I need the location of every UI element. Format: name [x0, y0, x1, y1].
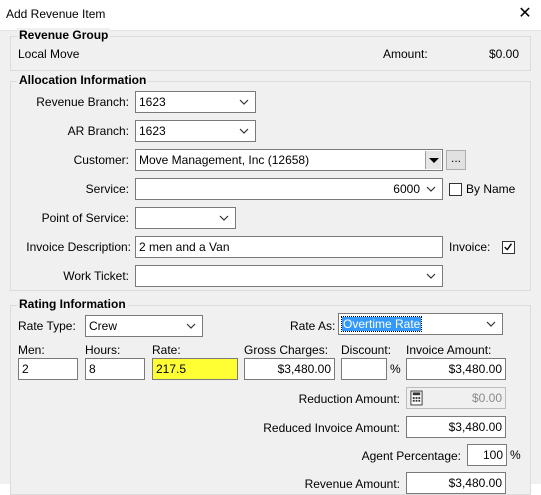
- customer-select[interactable]: Move Management, Inc (12658): [135, 149, 443, 171]
- revenue-branch-value: 1623: [139, 95, 166, 109]
- rate-as-value: Overtime Rate: [340, 316, 423, 332]
- customer-lookup-button[interactable]: ...: [446, 150, 466, 170]
- invoice-description-label: Invoice Description:: [26, 240, 131, 254]
- agent-percentage-label: Agent Percentage:: [361, 449, 461, 463]
- service-select[interactable]: 6000: [135, 178, 443, 200]
- rating-group-title: Rating Information: [17, 297, 128, 311]
- work-ticket-label: Work Ticket:: [63, 269, 129, 283]
- allocation-group-title: Allocation Information: [17, 73, 149, 87]
- hours-input[interactable]: 8: [85, 358, 145, 380]
- reduction-amount-label: Reduction Amount:: [298, 392, 400, 406]
- ar-branch-label: AR Branch:: [67, 124, 129, 138]
- customer-dropdown-button[interactable]: [425, 151, 441, 169]
- by-name-checkbox[interactable]: [449, 183, 462, 196]
- checkmark-icon: [504, 243, 513, 251]
- gross-charges-input[interactable]: $3,480.00: [244, 358, 335, 380]
- dropdown-arrow-icon: [429, 158, 439, 163]
- reduction-amount-value: $0.00: [471, 391, 502, 405]
- amount-value: $0.00: [488, 47, 519, 61]
- revenue-branch-label: Revenue Branch:: [36, 95, 129, 109]
- men-input[interactable]: 2: [18, 358, 78, 380]
- customer-label: Customer:: [73, 153, 129, 167]
- revenue-amount-label: Revenue Amount:: [304, 477, 400, 491]
- gross-charges-label: Gross Charges:: [244, 343, 329, 357]
- service-value: 6000: [393, 182, 420, 196]
- rate-input[interactable]: 217.5: [152, 358, 238, 380]
- point-of-service-select[interactable]: [135, 207, 236, 229]
- reduction-amount-input[interactable]: $0.00: [406, 387, 506, 409]
- revenue-amount-input[interactable]: $3,480.00: [406, 472, 506, 494]
- reduced-invoice-amount-input[interactable]: $3,480.00: [406, 416, 506, 438]
- point-of-service-label: Point of Service:: [41, 211, 129, 225]
- rate-type-label: Rate Type:: [18, 319, 76, 333]
- amount-label: Amount:: [383, 47, 428, 61]
- calculator-icon[interactable]: [410, 390, 423, 406]
- rate-as-label: Rate As:: [290, 319, 336, 333]
- invoice-amount-label: Invoice Amount:: [406, 343, 492, 357]
- invoice-description-input[interactable]: 2 men and a Van: [135, 236, 443, 258]
- hours-label: Hours:: [85, 343, 121, 357]
- chevron-down-icon: [186, 323, 196, 329]
- revenue-group-name: Local Move: [18, 47, 80, 61]
- window-title: Add Revenue Item: [6, 7, 106, 21]
- discount-input[interactable]: [341, 358, 387, 380]
- work-ticket-select[interactable]: [135, 265, 443, 287]
- rate-type-value: Crew: [89, 319, 118, 333]
- invoice-checkbox[interactable]: [502, 241, 515, 254]
- customer-value: Move Management, Inc (12658): [139, 153, 310, 167]
- service-label: Service:: [85, 182, 129, 196]
- revenue-group-title: Revenue Group: [17, 28, 111, 42]
- men-label: Men:: [18, 343, 45, 357]
- invoice-amount-input[interactable]: $3,480.00: [406, 358, 506, 380]
- invoice-label: Invoice:: [449, 240, 491, 254]
- close-icon[interactable]: ✕: [514, 3, 536, 25]
- discount-label: Discount:: [341, 343, 392, 357]
- reduced-invoice-amount-label: Reduced Invoice Amount:: [263, 421, 400, 435]
- by-name-label: By Name: [466, 182, 516, 196]
- chevron-down-icon: [486, 321, 496, 327]
- chevron-down-icon: [426, 186, 436, 192]
- rate-label: Rate:: [152, 343, 181, 357]
- agent-percent-symbol: %: [510, 448, 521, 462]
- ar-branch-value: 1623: [139, 124, 166, 138]
- rate-as-select[interactable]: Overtime Rate: [338, 313, 503, 335]
- ar-branch-select[interactable]: 1623: [135, 120, 256, 142]
- discount-percent-symbol: %: [390, 362, 401, 376]
- chevron-down-icon: [219, 215, 229, 221]
- revenue-branch-select[interactable]: 1623: [135, 91, 256, 113]
- agent-percentage-input[interactable]: 100: [467, 444, 507, 466]
- chevron-down-icon: [239, 99, 249, 105]
- chevron-down-icon: [426, 273, 436, 279]
- chevron-down-icon: [239, 128, 249, 134]
- rate-type-select[interactable]: Crew: [85, 315, 203, 337]
